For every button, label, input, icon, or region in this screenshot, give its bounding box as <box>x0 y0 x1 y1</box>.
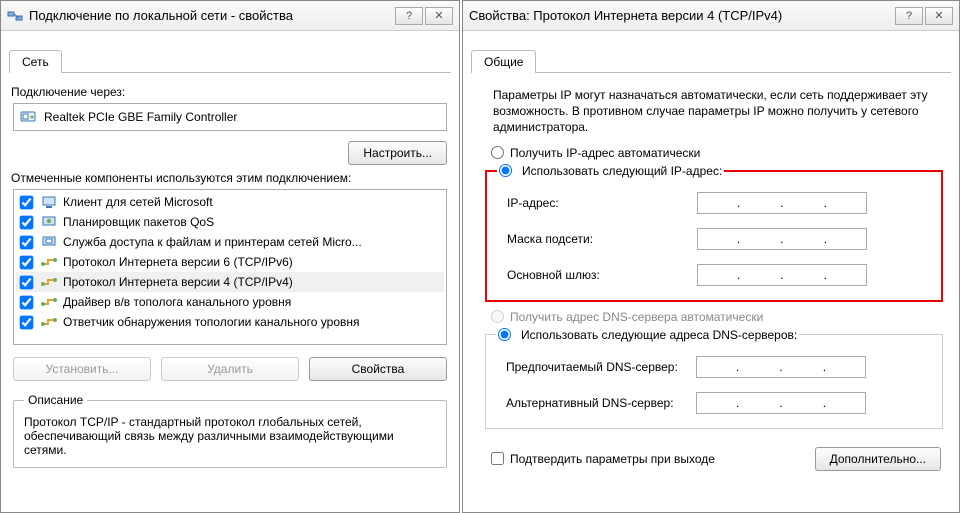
dns-alt-input[interactable]: ... <box>696 392 866 414</box>
dns-alt-label: Альтернативный DNS-сервер: <box>506 396 696 410</box>
tab-general[interactable]: Общие <box>471 50 536 73</box>
qos-icon <box>41 214 57 230</box>
protocol-icon <box>41 274 57 290</box>
help-button[interactable]: ? <box>395 7 423 25</box>
components-label: Отмеченные компоненты используются этим … <box>11 171 451 185</box>
subnet-mask-input[interactable]: ... <box>697 228 867 250</box>
tab-network[interactable]: Сеть <box>9 50 62 73</box>
component-checkbox[interactable] <box>20 215 34 229</box>
properties-button[interactable]: Свойства <box>309 357 447 381</box>
advanced-button[interactable]: Дополнительно... <box>815 447 941 471</box>
tabs: Сеть <box>9 49 451 73</box>
window-title: Подключение по локальной сети - свойства <box>29 8 393 23</box>
list-item[interactable]: Драйвер в/в тополога канального уровня <box>16 292 444 312</box>
subnet-mask-label: Маска подсети: <box>507 232 697 246</box>
radio-ip-manual[interactable]: Использовать следующий IP-адрес: <box>497 164 724 178</box>
protocol-icon <box>41 314 57 330</box>
radio-dns-auto: Получить адрес DNS-сервера автоматически <box>491 310 951 324</box>
gateway-label: Основной шлюз: <box>507 268 697 282</box>
network-icon <box>7 8 23 24</box>
close-button[interactable]: ✕ <box>425 7 453 25</box>
nic-icon <box>20 109 38 125</box>
ipv4-properties-window: Свойства: Протокол Интернета версии 4 (T… <box>462 0 960 513</box>
dns-manual-group: Использовать следующие адреса DNS-сервер… <box>485 328 943 429</box>
list-item[interactable]: Служба доступа к файлам и принтерам сете… <box>16 232 444 252</box>
radio-label-ip-manual: Использовать следующий IP-адрес: <box>522 164 722 178</box>
component-label: Служба доступа к файлам и принтерам сете… <box>63 235 362 249</box>
radio-input-dns-manual[interactable] <box>498 328 511 341</box>
component-checkbox[interactable] <box>20 275 34 289</box>
list-item[interactable]: Планировщик пакетов QoS <box>16 212 444 232</box>
component-label: Ответчик обнаружения топологии канальног… <box>63 315 360 329</box>
component-checkbox[interactable] <box>20 295 34 309</box>
close-button[interactable]: ✕ <box>925 7 953 25</box>
list-item[interactable]: Протокол Интернета версии 6 (TCP/IPv6) <box>16 252 444 272</box>
component-checkbox[interactable] <box>20 255 34 269</box>
radio-input-ip-auto[interactable] <box>491 146 504 159</box>
confirm-on-exit[interactable]: Подтвердить параметры при выходе <box>491 452 715 466</box>
connect-via-label: Подключение через: <box>11 85 451 99</box>
window-title: Свойства: Протокол Интернета версии 4 (T… <box>469 8 893 23</box>
radio-dns-manual[interactable]: Использовать следующие адреса DNS-сервер… <box>496 328 799 342</box>
radio-ip-auto[interactable]: Получить IP-адрес автоматически <box>491 146 951 160</box>
dns-pref-label: Предпочитаемый DNS-сервер: <box>506 360 696 374</box>
ip-address-input[interactable]: ... <box>697 192 867 214</box>
components-list[interactable]: Клиент для сетей Microsoft Планировщик па… <box>13 189 447 345</box>
gateway-input[interactable]: ... <box>697 264 867 286</box>
install-button[interactable]: Установить... <box>13 357 151 381</box>
radio-label-dns-manual: Использовать следующие адреса DNS-сервер… <box>521 328 797 342</box>
component-checkbox[interactable] <box>20 315 34 329</box>
confirm-checkbox[interactable] <box>491 452 504 465</box>
description-title: Описание <box>24 393 87 407</box>
list-item[interactable]: Клиент для сетей Microsoft <box>16 192 444 212</box>
radio-label-ip-auto: Получить IP-адрес автоматически <box>510 146 700 160</box>
component-label: Планировщик пакетов QoS <box>63 215 214 229</box>
description-text: Протокол TCP/IP - стандартный протокол г… <box>24 415 436 457</box>
dns-pref-input[interactable]: ... <box>696 356 866 378</box>
ip-manual-group: Использовать следующий IP-адрес: IP-адре… <box>485 164 943 302</box>
radio-input-ip-manual[interactable] <box>499 164 512 177</box>
list-item[interactable]: Ответчик обнаружения топологии канальног… <box>16 312 444 332</box>
lan-properties-window: Подключение по локальной сети - свойства… <box>0 0 460 513</box>
titlebar[interactable]: Свойства: Протокол Интернета версии 4 (T… <box>463 1 959 31</box>
component-label: Драйвер в/в тополога канального уровня <box>63 295 291 309</box>
help-button[interactable]: ? <box>895 7 923 25</box>
intro-text: Параметры IP могут назначаться автоматич… <box>493 87 941 136</box>
protocol-icon <box>41 294 57 310</box>
titlebar[interactable]: Подключение по локальной сети - свойства… <box>1 1 459 31</box>
client-icon <box>41 194 57 210</box>
component-checkbox[interactable] <box>20 195 34 209</box>
radio-label-dns-auto: Получить адрес DNS-сервера автоматически <box>510 310 763 324</box>
component-label: Клиент для сетей Microsoft <box>63 195 213 209</box>
adapter-field[interactable]: Realtek PCIe GBE Family Controller <box>13 103 447 131</box>
configure-button[interactable]: Настроить... <box>348 141 447 165</box>
protocol-icon <box>41 254 57 270</box>
list-item[interactable]: Протокол Интернета версии 4 (TCP/IPv4) <box>16 272 444 292</box>
ip-address-label: IP-адрес: <box>507 196 697 210</box>
tabs: Общие <box>471 49 951 73</box>
fileshare-icon <box>41 234 57 250</box>
confirm-label: Подтвердить параметры при выходе <box>510 452 715 466</box>
radio-input-dns-auto <box>491 310 504 323</box>
component-checkbox[interactable] <box>20 235 34 249</box>
component-label: Протокол Интернета версии 4 (TCP/IPv4) <box>63 275 293 289</box>
component-label: Протокол Интернета версии 6 (TCP/IPv6) <box>63 255 293 269</box>
adapter-name: Realtek PCIe GBE Family Controller <box>44 110 237 124</box>
description-group: Описание Протокол TCP/IP - стандартный п… <box>13 393 447 468</box>
uninstall-button[interactable]: Удалить <box>161 357 299 381</box>
